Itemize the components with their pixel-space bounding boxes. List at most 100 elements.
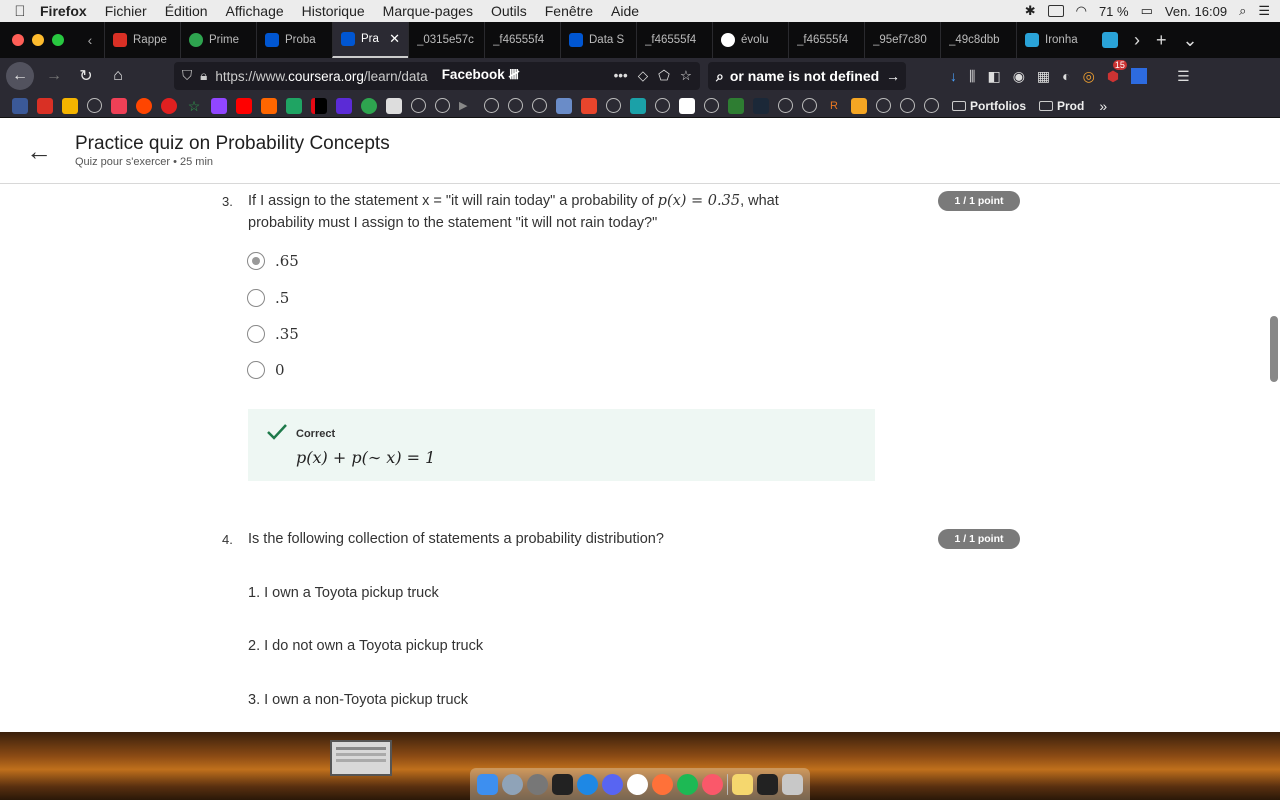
tab-scroll-left-icon[interactable]: ‹ [76, 32, 104, 48]
address-bar[interactable]: ⛉ 🔒︎ https://www.coursera.org/learn/data… [174, 62, 700, 90]
briefcase-icon[interactable] [757, 773, 778, 795]
globe-bookmark-icon[interactable] [924, 98, 939, 113]
teal-bookmark-icon[interactable] [630, 97, 646, 114]
app-store-icon[interactable] [577, 773, 598, 795]
globe-bookmark-icon[interactable] [802, 98, 817, 113]
new-tab-icon[interactable]: + [1156, 30, 1167, 51]
menu-fichier[interactable]: Fichier [105, 3, 147, 19]
radio-selected[interactable] [247, 252, 265, 270]
notification-center-icon[interactable]: ☰ [1258, 3, 1270, 19]
tools-bookmark-icon[interactable] [556, 97, 572, 114]
tab-coursera-data[interactable]: Data S [560, 22, 636, 58]
bluetooth-icon[interactable]: ✱ [1025, 3, 1036, 19]
slack-icon[interactable] [627, 773, 648, 795]
wifi-icon[interactable]: ◠ [1076, 3, 1087, 19]
forward-button-icon[interactable]: → [38, 61, 70, 91]
drive-bookmark-icon[interactable] [286, 97, 302, 114]
bookmark-star-icon[interactable]: ☆ [680, 68, 692, 84]
reddit-bookmark-icon[interactable] [136, 97, 152, 114]
close-window-button[interactable] [12, 34, 24, 46]
globe-bookmark-icon[interactable] [411, 98, 426, 113]
close-tab-icon[interactable]: ✕ [389, 31, 400, 47]
apple-menu-icon[interactable]:  [0, 3, 40, 20]
option-0-5[interactable]: .5 [247, 287, 289, 309]
menu-aide[interactable]: Aide [611, 3, 639, 19]
steam-bookmark-icon[interactable] [753, 97, 769, 114]
twitch-bookmark-icon[interactable] [211, 97, 227, 114]
reload-icon[interactable]: ↻ [70, 61, 102, 91]
menu-historique[interactable]: Historique [302, 3, 365, 19]
menu-app-name[interactable]: Firefox [40, 3, 87, 19]
purple-bookmark-icon[interactable] [336, 97, 352, 114]
back-arrow-icon[interactable]: ← [26, 138, 52, 164]
extension-chat-icon[interactable]: ◐ [1062, 68, 1070, 84]
back-button-icon[interactable]: ← [6, 62, 34, 90]
battery-percent[interactable]: 71 % [1099, 4, 1129, 19]
extension-ublock-icon[interactable]: ⬢ 15 [1107, 59, 1127, 85]
tab-prime[interactable]: Prime [180, 22, 256, 58]
radio-unselected[interactable] [247, 289, 265, 307]
account-icon[interactable]: ◉ [1013, 68, 1025, 85]
spotlight-search-icon[interactable]: ⌕ [1239, 3, 1246, 19]
menu-fenetre[interactable]: Fenêtre [545, 3, 593, 19]
spotify-icon[interactable] [677, 773, 698, 795]
keep-bookmark-icon[interactable] [62, 97, 78, 114]
globe-bookmark-icon[interactable] [704, 98, 719, 113]
netflix-bookmark-icon[interactable] [311, 97, 327, 114]
globe-bookmark-icon[interactable] [606, 98, 621, 113]
green-bookmark-icon[interactable] [728, 97, 744, 114]
star-bookmark-icon[interactable]: ☆ [186, 98, 202, 114]
radio-unselected[interactable] [247, 325, 265, 343]
tab-hash-4[interactable]: _f46555f4 [788, 22, 864, 58]
triangle-play-bookmark-icon[interactable]: ▶ [459, 98, 475, 114]
launchpad-icon[interactable] [502, 773, 523, 795]
home-icon[interactable]: ⌂ [102, 61, 134, 91]
downloads-icon[interactable]: ↓ [950, 68, 957, 84]
facebook-bookmark-icon[interactable] [12, 97, 28, 114]
sidebar-icon[interactable]: ◧ [987, 68, 1000, 85]
option-0-35[interactable]: .35 [247, 323, 299, 345]
option-0-65[interactable]: .65 [247, 250, 299, 272]
extension-owl-icon[interactable]: ◎ [1083, 68, 1095, 85]
lock-icon[interactable]: 🔒︎ [200, 68, 207, 84]
zoom-window-button[interactable] [52, 34, 64, 46]
tab-hash-3[interactable]: _f46555f4 [636, 22, 712, 58]
finder-icon[interactable] [477, 773, 498, 795]
page-scrollbar[interactable] [1270, 316, 1278, 382]
terminal-icon[interactable] [552, 773, 573, 795]
menu-hamburger-icon[interactable]: ☰ [1177, 68, 1190, 85]
rss-bookmark-icon[interactable] [851, 97, 867, 114]
globe-bookmark-icon[interactable] [778, 98, 793, 113]
minimize-window-button[interactable] [32, 34, 44, 46]
page-actions-icon[interactable]: ••• [614, 68, 628, 84]
menu-affichage[interactable]: Affichage [226, 3, 284, 19]
discord-icon[interactable] [602, 773, 623, 795]
desktop-file-thumbnail[interactable] [330, 740, 392, 776]
search-go-icon[interactable]: → [886, 68, 900, 84]
globe-bookmark-icon[interactable] [508, 98, 523, 113]
menu-edition[interactable]: Édition [165, 3, 208, 19]
menu-outils[interactable]: Outils [491, 3, 527, 19]
clock[interactable]: Ven. 16:09 [1165, 4, 1227, 19]
globe-bookmark-icon[interactable] [532, 98, 547, 113]
ycombinator-bookmark-icon[interactable] [261, 97, 277, 114]
tab-coursera-proba[interactable]: Proba [256, 22, 332, 58]
overflow-tab-icon[interactable] [1102, 31, 1118, 48]
menu-marque-pages[interactable]: Marque-pages [383, 3, 473, 19]
tab-scroll-right-icon[interactable]: › [1134, 30, 1140, 51]
list-all-tabs-icon[interactable]: ⌄ [1183, 30, 1198, 51]
tab-hash-5[interactable]: _95ef7c80 [864, 22, 940, 58]
globe-bookmark-icon[interactable] [655, 98, 670, 113]
pocket-icon[interactable]: ◇ [638, 68, 648, 84]
bookmark-folder-prod[interactable]: Prod [1039, 99, 1084, 113]
youtube-bookmark-icon[interactable] [236, 97, 252, 114]
globe-bookmark-icon[interactable] [87, 98, 102, 113]
tab-hash-2[interactable]: _f46555f4 [484, 22, 560, 58]
firefox-icon[interactable] [652, 773, 673, 795]
globe-bookmark-icon[interactable] [484, 98, 499, 113]
tab-google-evolution[interactable]: évolu [712, 22, 788, 58]
tab-ironhack[interactable]: Ironha [1016, 22, 1092, 58]
radio-unselected[interactable] [247, 361, 265, 379]
trash-icon[interactable] [782, 773, 803, 795]
system-preferences-icon[interactable] [527, 773, 548, 795]
